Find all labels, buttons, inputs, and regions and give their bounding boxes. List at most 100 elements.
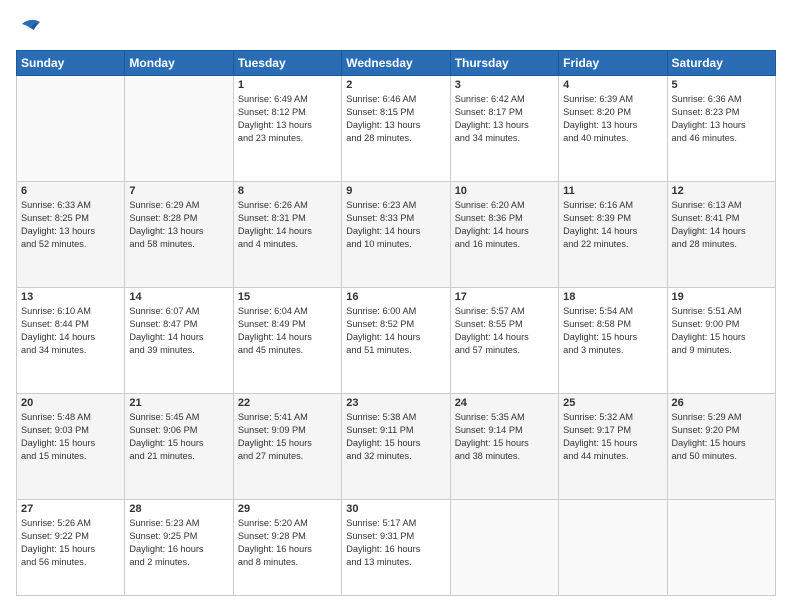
day-number: 8 (238, 185, 337, 197)
header (16, 16, 776, 40)
day-number: 25 (563, 397, 662, 409)
calendar-cell: 16 Sunrise: 6:00 AM Sunset: 8:52 PM Dayli… (342, 287, 450, 393)
calendar-cell: 13 Sunrise: 6:10 AM Sunset: 8:44 PM Dayli… (17, 287, 125, 393)
calendar-cell: 19 Sunrise: 5:51 AM Sunset: 9:00 PM Dayli… (667, 287, 775, 393)
day-number: 18 (563, 291, 662, 303)
day-number: 10 (455, 185, 554, 197)
calendar-cell: 21 Sunrise: 5:45 AM Sunset: 9:06 PM Dayli… (125, 393, 233, 499)
day-info: Sunrise: 6:26 AM Sunset: 8:31 PM Dayligh… (238, 199, 337, 251)
day-number: 9 (346, 185, 445, 197)
day-number: 24 (455, 397, 554, 409)
day-number: 21 (129, 397, 228, 409)
day-number: 1 (238, 79, 337, 91)
weekday-header: Saturday (667, 51, 775, 76)
day-info: Sunrise: 6:00 AM Sunset: 8:52 PM Dayligh… (346, 305, 445, 357)
day-number: 16 (346, 291, 445, 303)
day-info: Sunrise: 6:33 AM Sunset: 8:25 PM Dayligh… (21, 199, 120, 251)
day-info: Sunrise: 6:46 AM Sunset: 8:15 PM Dayligh… (346, 93, 445, 145)
day-number: 6 (21, 185, 120, 197)
day-number: 19 (672, 291, 771, 303)
day-info: Sunrise: 5:26 AM Sunset: 9:22 PM Dayligh… (21, 517, 120, 569)
calendar-cell: 14Sunrise: 6:07 AM Sunset: 8:47 PM Dayli… (125, 287, 233, 393)
calendar-table: SundayMondayTuesdayWednesdayThursdayFrid… (16, 50, 776, 596)
calendar-cell: 10 Sunrise: 6:20 AM Sunset: 8:36 PM Dayli… (450, 181, 558, 287)
day-info: Sunrise: 5:23 AM Sunset: 9:25 PM Dayligh… (129, 517, 228, 569)
day-info: Sunrise: 6:39 AM Sunset: 8:20 PM Dayligh… (563, 93, 662, 145)
weekday-header: Friday (559, 51, 667, 76)
weekday-header: Sunday (17, 51, 125, 76)
day-info: Sunrise: 6:20 AM Sunset: 8:36 PM Dayligh… (455, 199, 554, 251)
day-number: 14 (129, 291, 228, 303)
calendar-cell: 8 Sunrise: 6:26 AM Sunset: 8:31 PM Daylig… (233, 181, 341, 287)
calendar-cell: 17 Sunrise: 5:57 AM Sunset: 8:55 PM Dayli… (450, 287, 558, 393)
calendar-cell: 9 Sunrise: 6:23 AM Sunset: 8:33 PM Daylig… (342, 181, 450, 287)
day-info: Sunrise: 5:45 AM Sunset: 9:06 PM Dayligh… (129, 411, 228, 463)
calendar-cell: 27 Sunrise: 5:26 AM Sunset: 9:22 PM Dayli… (17, 499, 125, 595)
calendar-cell (450, 499, 558, 595)
calendar-cell (17, 76, 125, 182)
day-number: 30 (346, 503, 445, 515)
logo (16, 16, 44, 40)
day-info: Sunrise: 6:29 AM Sunset: 8:28 PM Dayligh… (129, 199, 228, 251)
logo-text (16, 16, 44, 40)
calendar-cell: 29 Sunrise: 5:20 AM Sunset: 9:28 PM Dayli… (233, 499, 341, 595)
day-info: Sunrise: 5:29 AM Sunset: 9:20 PM Dayligh… (672, 411, 771, 463)
day-number: 17 (455, 291, 554, 303)
calendar-cell (667, 499, 775, 595)
day-number: 13 (21, 291, 120, 303)
day-info: Sunrise: 5:57 AM Sunset: 8:55 PM Dayligh… (455, 305, 554, 357)
calendar-cell: 15Sunrise: 6:04 AM Sunset: 8:49 PM Dayli… (233, 287, 341, 393)
calendar-cell: 4 Sunrise: 6:39 AM Sunset: 8:20 PM Daylig… (559, 76, 667, 182)
calendar-cell: 28 Sunrise: 5:23 AM Sunset: 9:25 PM Dayli… (125, 499, 233, 595)
day-number: 4 (563, 79, 662, 91)
weekday-header: Wednesday (342, 51, 450, 76)
day-number: 26 (672, 397, 771, 409)
day-info: Sunrise: 6:16 AM Sunset: 8:39 PM Dayligh… (563, 199, 662, 251)
day-number: 23 (346, 397, 445, 409)
logo-bird-icon (20, 16, 44, 40)
calendar-cell: 26 Sunrise: 5:29 AM Sunset: 9:20 PM Dayli… (667, 393, 775, 499)
calendar-cell: 11Sunrise: 6:16 AM Sunset: 8:39 PM Dayli… (559, 181, 667, 287)
day-number: 29 (238, 503, 337, 515)
calendar-cell: 3 Sunrise: 6:42 AM Sunset: 8:17 PM Daylig… (450, 76, 558, 182)
calendar-cell: 1 Sunrise: 6:49 AM Sunset: 8:12 PM Daylig… (233, 76, 341, 182)
day-info: Sunrise: 6:04 AM Sunset: 8:49 PM Dayligh… (238, 305, 337, 357)
day-info: Sunrise: 5:32 AM Sunset: 9:17 PM Dayligh… (563, 411, 662, 463)
day-info: Sunrise: 5:35 AM Sunset: 9:14 PM Dayligh… (455, 411, 554, 463)
calendar-cell: 2 Sunrise: 6:46 AM Sunset: 8:15 PM Daylig… (342, 76, 450, 182)
day-number: 27 (21, 503, 120, 515)
weekday-header: Thursday (450, 51, 558, 76)
calendar-cell: 30 Sunrise: 5:17 AM Sunset: 9:31 PM Dayli… (342, 499, 450, 595)
day-number: 28 (129, 503, 228, 515)
day-number: 22 (238, 397, 337, 409)
calendar-cell: 24 Sunrise: 5:35 AM Sunset: 9:14 PM Dayli… (450, 393, 558, 499)
day-info: Sunrise: 6:42 AM Sunset: 8:17 PM Dayligh… (455, 93, 554, 145)
calendar-cell (559, 499, 667, 595)
day-info: Sunrise: 5:48 AM Sunset: 9:03 PM Dayligh… (21, 411, 120, 463)
day-number: 3 (455, 79, 554, 91)
day-info: Sunrise: 5:51 AM Sunset: 9:00 PM Dayligh… (672, 305, 771, 357)
day-number: 7 (129, 185, 228, 197)
calendar-cell: 23 Sunrise: 5:38 AM Sunset: 9:11 PM Dayli… (342, 393, 450, 499)
calendar-cell: 25 Sunrise: 5:32 AM Sunset: 9:17 PM Dayli… (559, 393, 667, 499)
calendar-cell: 18Sunrise: 5:54 AM Sunset: 8:58 PM Dayli… (559, 287, 667, 393)
day-info: Sunrise: 6:10 AM Sunset: 8:44 PM Dayligh… (21, 305, 120, 357)
day-info: Sunrise: 6:49 AM Sunset: 8:12 PM Dayligh… (238, 93, 337, 145)
day-info: Sunrise: 5:41 AM Sunset: 9:09 PM Dayligh… (238, 411, 337, 463)
day-number: 12 (672, 185, 771, 197)
day-info: Sunrise: 6:23 AM Sunset: 8:33 PM Dayligh… (346, 199, 445, 251)
day-info: Sunrise: 5:17 AM Sunset: 9:31 PM Dayligh… (346, 517, 445, 569)
page: SundayMondayTuesdayWednesdayThursdayFrid… (0, 0, 792, 612)
calendar-cell: 20Sunrise: 5:48 AM Sunset: 9:03 PM Dayli… (17, 393, 125, 499)
calendar-cell: 22 Sunrise: 5:41 AM Sunset: 9:09 PM Dayli… (233, 393, 341, 499)
calendar-cell (125, 76, 233, 182)
weekday-header: Tuesday (233, 51, 341, 76)
day-info: Sunrise: 5:38 AM Sunset: 9:11 PM Dayligh… (346, 411, 445, 463)
calendar-cell: 5Sunrise: 6:36 AM Sunset: 8:23 PM Daylig… (667, 76, 775, 182)
calendar-cell: 12 Sunrise: 6:13 AM Sunset: 8:41 PM Dayli… (667, 181, 775, 287)
day-info: Sunrise: 5:20 AM Sunset: 9:28 PM Dayligh… (238, 517, 337, 569)
day-info: Sunrise: 6:13 AM Sunset: 8:41 PM Dayligh… (672, 199, 771, 251)
day-number: 2 (346, 79, 445, 91)
calendar-cell: 6 Sunrise: 6:33 AM Sunset: 8:25 PM Daylig… (17, 181, 125, 287)
day-number: 5 (672, 79, 771, 91)
